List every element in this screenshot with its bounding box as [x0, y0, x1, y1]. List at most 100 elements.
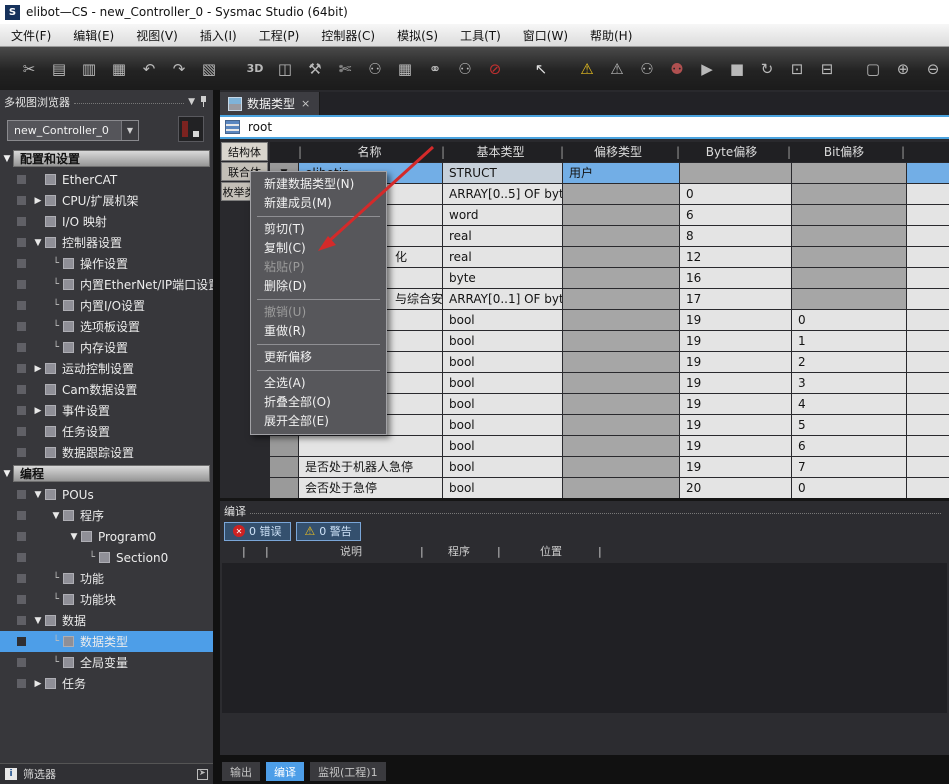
table-cell[interactable]: 3 — [792, 373, 906, 393]
table-cell[interactable] — [907, 457, 949, 477]
cross-reference-icon[interactable]: ⚭ — [422, 56, 448, 82]
table-cell[interactable] — [563, 184, 679, 204]
table-cell[interactable] — [792, 268, 906, 288]
table-cell[interactable]: 19 — [680, 331, 791, 351]
tree-expander-icon[interactable]: ▶ — [32, 406, 44, 416]
table-cell[interactable] — [907, 289, 949, 309]
menu-视图V[interactable]: 视图(V) — [125, 24, 189, 46]
table-cell[interactable] — [563, 373, 679, 393]
category-tab-1[interactable]: 结构体 — [221, 142, 268, 161]
panel-collapse-icon[interactable]: ▼ — [188, 97, 195, 107]
table-cell[interactable]: 20 — [680, 478, 791, 498]
tree-header-programming-header[interactable]: ▼编程 — [0, 463, 213, 484]
sidebar-item-data-trace[interactable]: 数据跟踪设置 — [0, 442, 213, 463]
sidebar-item-programs[interactable]: ▼程序 — [0, 505, 213, 526]
table-cell[interactable] — [907, 268, 949, 288]
sidebar-item-option-board[interactable]: └选项板设置 — [0, 316, 213, 337]
table-cell[interactable]: bool — [443, 394, 562, 414]
sidebar-item-ethercat[interactable]: EtherCAT — [0, 169, 213, 190]
delete-icon[interactable]: ▦ — [106, 56, 132, 82]
table-cell[interactable] — [563, 310, 679, 330]
table-cell[interactable]: 7 — [792, 457, 906, 477]
tree-expander-icon[interactable]: ▶ — [32, 364, 44, 374]
table-cell[interactable] — [907, 205, 949, 225]
collapse-caret-icon[interactable]: ▼ — [1, 154, 13, 164]
context-menu-item-全选A[interactable]: 全选(A) — [251, 374, 386, 393]
sidebar-item-global-vars[interactable]: └全局变量 — [0, 652, 213, 673]
variable-cut-icon[interactable]: ✄ — [332, 56, 358, 82]
table-cell[interactable] — [907, 373, 949, 393]
transfer-to-controller-icon[interactable]: ⊡ — [784, 56, 810, 82]
sidebar-item-tasks[interactable]: ▶任务 — [0, 673, 213, 694]
sidebar-item-controller-settings[interactable]: ▼控制器设置 — [0, 232, 213, 253]
chevron-down-icon[interactable]: ▼ — [121, 121, 138, 140]
row-expander-cell[interactable] — [270, 457, 298, 477]
sidebar-item-motion-control[interactable]: ▶运动控制设置 — [0, 358, 213, 379]
context-menu-item-新建成员M[interactable]: 新建成员(M) — [251, 194, 386, 213]
table-cell[interactable]: 19 — [680, 310, 791, 330]
sidebar-item-memory-settings[interactable]: └内存设置 — [0, 337, 213, 358]
vertical-splitter[interactable] — [213, 90, 220, 784]
table-cell[interactable] — [563, 205, 679, 225]
tab-close-icon[interactable]: × — [301, 97, 310, 110]
undo-icon[interactable]: ↶ — [136, 56, 162, 82]
table-cell[interactable]: bool — [443, 415, 562, 435]
bottom-tab-输出[interactable]: 输出 — [222, 762, 260, 781]
sidebar-item-operation-settings[interactable]: └操作设置 — [0, 253, 213, 274]
3d-view-icon[interactable]: 3D — [242, 56, 268, 82]
table-cell[interactable] — [792, 184, 906, 204]
window-layout-icon[interactable]: ◫ — [272, 56, 298, 82]
tree-header-configurations-header[interactable]: ▼配置和设置 — [0, 148, 213, 169]
table-cell[interactable]: 6 — [792, 436, 906, 456]
copy-icon[interactable]: ▤ — [46, 56, 72, 82]
collapse-caret-icon[interactable]: ▼ — [1, 469, 13, 479]
context-menu-item-展开全部E[interactable]: 展开全部(E) — [251, 412, 386, 431]
zoom-in-icon[interactable]: ⊕ — [890, 56, 916, 82]
table-cell[interactable] — [563, 247, 679, 267]
table-cell[interactable]: bool — [443, 436, 562, 456]
sidebar-item-section0[interactable]: └Section0 — [0, 547, 213, 568]
table-cell[interactable]: 19 — [680, 373, 791, 393]
monitor-icon[interactable]: ⚇ — [634, 56, 660, 82]
menu-插入I[interactable]: 插入(I) — [189, 24, 248, 46]
table-cell[interactable] — [792, 163, 906, 183]
tree-expander-icon[interactable]: ▼ — [32, 490, 44, 500]
context-menu-item-折叠全部O[interactable]: 折叠全部(O) — [251, 393, 386, 412]
table-cell[interactable] — [907, 394, 949, 414]
row-expander-cell[interactable] — [270, 436, 298, 456]
table-cell[interactable] — [299, 436, 442, 456]
tree-expander-icon[interactable]: ▶ — [32, 679, 44, 689]
table-cell[interactable]: bool — [443, 478, 562, 498]
tree-expander-icon[interactable]: ▼ — [68, 532, 80, 542]
table-cell[interactable] — [563, 478, 679, 498]
table-cell[interactable]: 12 — [680, 247, 791, 267]
edit-pointer-icon[interactable]: ↖ — [528, 56, 554, 82]
stop-icon[interactable]: ■ — [724, 56, 750, 82]
table-cell[interactable] — [563, 352, 679, 372]
watch-window-icon[interactable]: ⚇ — [362, 56, 388, 82]
table-cell[interactable]: word — [443, 205, 562, 225]
table-cell[interactable]: bool — [443, 457, 562, 477]
table-cell[interactable]: 0 — [792, 310, 906, 330]
table-cell[interactable] — [563, 226, 679, 246]
stop-build-icon[interactable]: ⊘ — [482, 56, 508, 82]
table-cell[interactable] — [907, 415, 949, 435]
menu-工程P[interactable]: 工程(P) — [248, 24, 311, 46]
tree-expander-icon[interactable]: ▼ — [50, 511, 62, 521]
sidebar-item-function-blocks[interactable]: └功能块 — [0, 589, 213, 610]
table-cell[interactable] — [907, 247, 949, 267]
table-cell[interactable] — [907, 352, 949, 372]
table-cell[interactable] — [907, 226, 949, 246]
sidebar-item-data[interactable]: ▼数据 — [0, 610, 213, 631]
redo-icon[interactable]: ↷ — [166, 56, 192, 82]
table-cell[interactable] — [907, 184, 949, 204]
transfer-from-controller-icon[interactable]: ⊟ — [814, 56, 840, 82]
special-page-icon[interactable]: ▧ — [196, 56, 222, 82]
table-cell[interactable]: 6 — [680, 205, 791, 225]
sidebar-item-io-map[interactable]: I/O 映射 — [0, 211, 213, 232]
table-cell[interactable]: STRUCT — [443, 163, 562, 183]
tree-expander-icon[interactable]: ▼ — [32, 238, 44, 248]
context-menu-item-删除D[interactable]: 删除(D) — [251, 277, 386, 296]
table-cell[interactable] — [792, 226, 906, 246]
table-row[interactable]: bool196 — [270, 436, 949, 456]
